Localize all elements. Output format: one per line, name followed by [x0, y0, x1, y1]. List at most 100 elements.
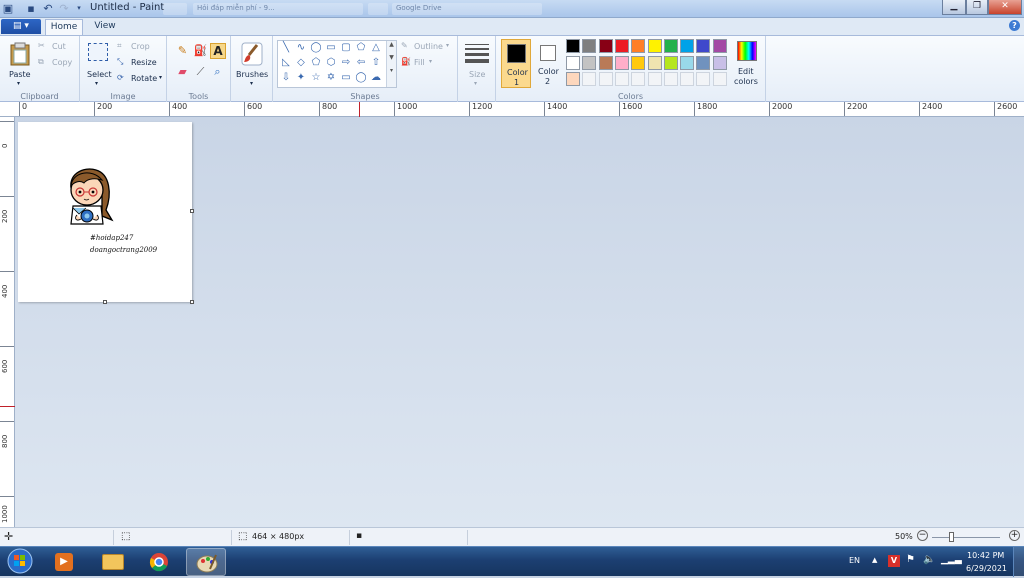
language-indicator[interactable]: EN — [849, 556, 860, 565]
line-shape-icon[interactable]: ╲ — [280, 42, 292, 53]
color-picker-icon[interactable]: ⟋ — [193, 65, 208, 80]
show-hidden-icons-icon[interactable]: ▲ — [872, 556, 877, 564]
pentagon-shape-icon[interactable]: ⬠ — [310, 57, 322, 68]
color-swatch[interactable] — [647, 39, 662, 53]
close-button[interactable]: ✕ — [988, 0, 1022, 15]
custom-color-slot[interactable] — [614, 72, 629, 86]
start-button[interactable] — [2, 547, 40, 577]
text-tool-icon[interactable]: A — [210, 43, 226, 59]
hexagon-shape-icon[interactable]: ⬡ — [325, 57, 337, 68]
canvas-resize-handle-corner[interactable] — [190, 300, 194, 304]
undo-icon[interactable]: ↶ — [42, 2, 54, 15]
select-button[interactable]: Select ▾ — [84, 40, 112, 88]
color-swatch[interactable] — [566, 55, 580, 70]
zoom-slider-thumb[interactable] — [949, 532, 954, 542]
pencil-icon[interactable]: ✎ — [175, 44, 190, 59]
paste-button[interactable]: Paste ▾ — [6, 40, 34, 88]
color-swatch[interactable] — [680, 39, 695, 53]
five-point-star-shape-icon[interactable]: ☆ — [310, 72, 322, 83]
color-swatch[interactable] — [582, 55, 597, 70]
custom-color-slot[interactable] — [631, 72, 646, 86]
oval-shape-icon[interactable]: ◯ — [310, 42, 322, 53]
color-swatch[interactable] — [647, 55, 662, 70]
resize-button[interactable]: ⤡ Resize — [117, 57, 162, 69]
paint-app-icon[interactable]: ▣ — [2, 2, 14, 15]
color-swatch[interactable] — [614, 55, 629, 70]
custom-color-slot[interactable] — [680, 72, 695, 86]
rectangle-shape-icon[interactable]: ▭ — [325, 42, 337, 53]
down-arrow-shape-icon[interactable]: ⇩ — [280, 72, 292, 83]
color-swatch[interactable] — [712, 39, 727, 53]
copy-button[interactable]: ⧉ Copy — [38, 57, 78, 69]
custom-color-slot[interactable] — [712, 72, 727, 86]
taskbar-chrome[interactable] — [140, 548, 180, 576]
file-menu-button[interactable]: ▤ ▾ — [1, 19, 41, 34]
drawing-canvas[interactable]: #hoidap247 doangoctrang2009 — [18, 122, 192, 302]
clock-date[interactable]: 6/29/2021 — [966, 564, 1007, 573]
color-swatch[interactable] — [566, 39, 580, 53]
volume-icon[interactable]: 🔈 — [923, 554, 935, 565]
magnifier-icon[interactable]: ⌕ — [210, 65, 225, 80]
redo-icon[interactable]: ↷ — [58, 2, 70, 15]
help-icon[interactable]: ? — [1009, 20, 1020, 31]
color-swatch[interactable] — [598, 55, 613, 70]
custom-color-slot[interactable] — [582, 72, 597, 86]
zoom-slider[interactable] — [932, 532, 1000, 542]
action-center-flag-icon[interactable]: ⚑ — [906, 554, 915, 565]
taskbar-explorer[interactable] — [93, 548, 133, 576]
color-swatch[interactable] — [696, 39, 711, 53]
size-button[interactable]: Size ▾ — [462, 40, 492, 88]
outline-button[interactable]: ✎ Outline ▾ — [401, 41, 457, 53]
shapes-scroll-down-icon[interactable]: ▼ — [387, 54, 396, 61]
color-swatch[interactable] — [663, 39, 678, 53]
network-signal-icon[interactable]: ▁▂▃ — [941, 555, 962, 565]
clock-time[interactable]: 10:42 PM — [967, 551, 1004, 560]
brushes-button[interactable]: Brushes ▾ — [234, 40, 270, 88]
shapes-expand-icon[interactable]: ▾ — [387, 67, 396, 74]
color1-button[interactable]: Color 1 — [501, 39, 531, 88]
color-swatch[interactable] — [663, 55, 678, 70]
zoom-out-button[interactable]: − — [917, 530, 928, 541]
canvas-resize-handle-right[interactable] — [190, 209, 194, 213]
edit-colors-button[interactable]: Edit colors — [732, 39, 764, 88]
fill-button[interactable]: ⛽ Fill ▾ — [401, 57, 457, 69]
custom-color-slot[interactable] — [647, 72, 662, 86]
callout-oval-shape-icon[interactable]: ◯ — [355, 72, 367, 83]
color-swatch[interactable] — [631, 39, 646, 53]
antivirus-icon[interactable]: V — [888, 555, 900, 567]
triangle-shape-icon[interactable]: △ — [370, 42, 382, 53]
save-icon[interactable]: ▪ — [25, 2, 37, 15]
up-arrow-shape-icon[interactable]: ⇧ — [370, 57, 382, 68]
tab-view[interactable]: View — [88, 19, 122, 35]
eraser-icon[interactable]: ▰ — [175, 65, 190, 80]
color-swatch[interactable] — [598, 39, 613, 53]
color-swatch[interactable] — [582, 39, 597, 53]
curve-shape-icon[interactable]: ∿ — [295, 42, 307, 53]
cut-button[interactable]: ✂ Cut — [38, 41, 76, 53]
zoom-in-button[interactable]: + — [1009, 530, 1020, 541]
customize-quick-access-icon[interactable]: ▾ — [73, 2, 85, 15]
color2-button[interactable]: Color 2 — [533, 39, 563, 88]
color-swatch[interactable] — [712, 55, 727, 70]
fill-bucket-icon[interactable]: ⛽ — [193, 44, 208, 59]
color-swatch[interactable] — [614, 39, 629, 53]
taskbar-paint[interactable] — [186, 548, 226, 576]
polygon-shape-icon[interactable]: ⬠ — [355, 42, 367, 53]
left-arrow-shape-icon[interactable]: ⇦ — [355, 57, 367, 68]
four-point-star-shape-icon[interactable]: ✦ — [295, 72, 307, 83]
custom-color-slot[interactable] — [598, 72, 613, 86]
custom-color-slot[interactable] — [696, 72, 711, 86]
taskbar-media-player[interactable]: ▶ — [44, 548, 84, 576]
right-triangle-shape-icon[interactable]: ◺ — [280, 57, 292, 68]
six-point-star-shape-icon[interactable]: ✡ — [325, 72, 337, 83]
maximize-button[interactable]: ❐ — [966, 0, 988, 15]
rounded-rectangle-shape-icon[interactable]: ▢ — [340, 42, 352, 53]
color-swatch[interactable] — [566, 72, 580, 86]
color-swatch[interactable] — [680, 55, 695, 70]
shapes-scroll-up-icon[interactable]: ▲ — [387, 41, 396, 48]
diamond-shape-icon[interactable]: ◇ — [295, 57, 307, 68]
callout-rectangle-shape-icon[interactable]: ▭ — [340, 72, 352, 83]
callout-cloud-shape-icon[interactable]: ☁ — [370, 72, 382, 83]
crop-button[interactable]: ⌗ Crop — [117, 41, 162, 53]
color-swatch[interactable] — [696, 55, 711, 70]
